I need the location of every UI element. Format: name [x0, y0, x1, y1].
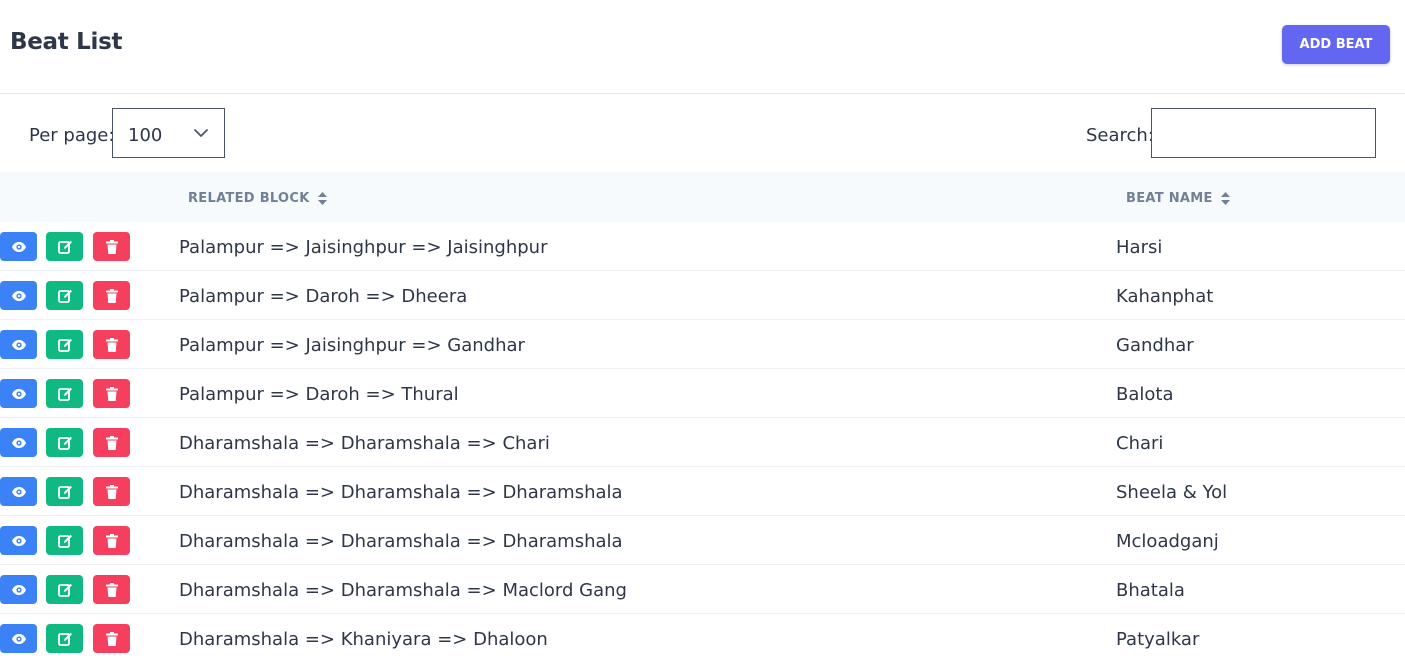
page-title: Beat List	[10, 29, 123, 55]
view-button[interactable]	[0, 477, 37, 506]
edit-icon	[57, 631, 73, 647]
edit-icon	[57, 484, 73, 500]
edit-button[interactable]	[46, 575, 83, 604]
view-button[interactable]	[0, 624, 37, 653]
delete-button[interactable]	[93, 624, 130, 653]
edit-button[interactable]	[46, 281, 83, 310]
column-header-label: RELATED BLOCK	[188, 191, 310, 206]
edit-button[interactable]	[46, 330, 83, 359]
edit-icon	[57, 337, 73, 353]
sort-icon	[317, 192, 327, 205]
edit-icon	[57, 435, 73, 451]
eye-icon	[11, 288, 27, 304]
delete-button[interactable]	[93, 330, 130, 359]
trash-icon	[104, 631, 120, 647]
trash-icon	[104, 337, 120, 353]
delete-button[interactable]	[93, 477, 130, 506]
table-row: Dharamshala => Dharamshala => Dharamshal…	[0, 467, 1405, 516]
column-header-related-block[interactable]: RELATED BLOCK	[188, 191, 327, 206]
trash-icon	[104, 288, 120, 304]
column-header-beat-name[interactable]: BEAT NAME	[1126, 191, 1230, 206]
table-row: Dharamshala => Dharamshala => Chari Chari	[0, 418, 1405, 467]
table-row: Dharamshala => Khaniyara => Dhaloon Patya…	[0, 614, 1405, 660]
related-block-cell: Palampur => Daroh => Dheera	[179, 286, 468, 307]
view-button[interactable]	[0, 330, 37, 359]
delete-button[interactable]	[93, 379, 130, 408]
add-beat-button[interactable]: ADD BEAT	[1282, 25, 1390, 64]
edit-icon	[57, 533, 73, 549]
search-label: Search:	[1086, 125, 1154, 146]
edit-button[interactable]	[46, 232, 83, 261]
per-page-value: 100	[128, 125, 163, 146]
edit-icon	[57, 239, 73, 255]
related-block-cell: Dharamshala => Dharamshala => Chari	[179, 433, 550, 454]
sort-icon	[1220, 192, 1230, 205]
beat-name-cell: Patyalkar	[1116, 629, 1200, 650]
edit-button[interactable]	[46, 624, 83, 653]
edit-button[interactable]	[46, 379, 83, 408]
edit-button[interactable]	[46, 477, 83, 506]
beat-name-cell: Kahanphat	[1116, 286, 1214, 307]
delete-button[interactable]	[93, 281, 130, 310]
chevron-down-icon	[194, 129, 208, 137]
related-block-cell: Dharamshala => Dharamshala => Dharamshal…	[179, 482, 623, 503]
view-button[interactable]	[0, 281, 37, 310]
view-button[interactable]	[0, 575, 37, 604]
beat-name-cell: Bhatala	[1116, 580, 1185, 601]
trash-icon	[104, 533, 120, 549]
eye-icon	[11, 533, 27, 549]
delete-button[interactable]	[93, 526, 130, 555]
edit-icon	[57, 288, 73, 304]
table-row: Palampur => Jaisinghpur => Gandhar Gandha…	[0, 320, 1405, 369]
edit-icon	[57, 386, 73, 402]
eye-icon	[11, 239, 27, 255]
related-block-cell: Dharamshala => Dharamshala => Maclord Ga…	[179, 580, 627, 601]
eye-icon	[11, 582, 27, 598]
trash-icon	[104, 484, 120, 500]
eye-icon	[11, 631, 27, 647]
edit-icon	[57, 582, 73, 598]
eye-icon	[11, 435, 27, 451]
view-button[interactable]	[0, 232, 37, 261]
beat-name-cell: Mcloadganj	[1116, 531, 1219, 552]
related-block-cell: Palampur => Jaisinghpur => Jaisinghpur	[179, 237, 548, 258]
delete-button[interactable]	[93, 575, 130, 604]
table-row: Dharamshala => Dharamshala => Dharamshal…	[0, 516, 1405, 565]
eye-icon	[11, 386, 27, 402]
search-input[interactable]	[1151, 108, 1376, 158]
trash-icon	[104, 435, 120, 451]
page-header: Beat List ADD BEAT	[0, 0, 1405, 94]
delete-button[interactable]	[93, 232, 130, 261]
view-button[interactable]	[0, 526, 37, 555]
related-block-cell: Palampur => Jaisinghpur => Gandhar	[179, 335, 525, 356]
beat-name-cell: Harsi	[1116, 237, 1163, 258]
table-row: Palampur => Daroh => Dheera Kahanphat	[0, 271, 1405, 320]
trash-icon	[104, 386, 120, 402]
table-controls: Per page: 100 Search:	[0, 94, 1405, 172]
table-row: Palampur => Daroh => Thural Balota	[0, 369, 1405, 418]
column-header-label: BEAT NAME	[1126, 191, 1213, 206]
table-row: Dharamshala => Dharamshala => Maclord Ga…	[0, 565, 1405, 614]
related-block-cell: Dharamshala => Dharamshala => Dharamshal…	[179, 531, 623, 552]
eye-icon	[11, 484, 27, 500]
related-block-cell: Palampur => Daroh => Thural	[179, 384, 459, 405]
eye-icon	[11, 337, 27, 353]
per-page-select[interactable]: 100	[112, 108, 225, 158]
delete-button[interactable]	[93, 428, 130, 457]
edit-button[interactable]	[46, 526, 83, 555]
table-row: Palampur => Jaisinghpur => Jaisinghpur Ha…	[0, 222, 1405, 271]
beat-name-cell: Sheela & Yol	[1116, 482, 1228, 503]
beat-name-cell: Chari	[1116, 433, 1164, 454]
beat-name-cell: Gandhar	[1116, 335, 1194, 356]
view-button[interactable]	[0, 379, 37, 408]
related-block-cell: Dharamshala => Khaniyara => Dhaloon	[179, 629, 548, 650]
view-button[interactable]	[0, 428, 37, 457]
edit-button[interactable]	[46, 428, 83, 457]
beat-name-cell: Balota	[1116, 384, 1174, 405]
trash-icon	[104, 582, 120, 598]
table-header: RELATED BLOCK BEAT NAME	[0, 172, 1405, 222]
trash-icon	[104, 239, 120, 255]
per-page-label: Per page:	[29, 125, 115, 146]
